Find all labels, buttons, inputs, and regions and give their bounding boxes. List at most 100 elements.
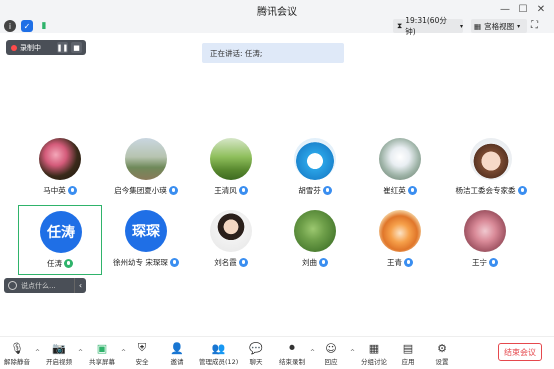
share-screen-button[interactable]: ▣ 共享屏幕 xyxy=(89,341,115,369)
participant-name: 胡雪芬 xyxy=(298,186,321,195)
chevron-down-icon: ▾ xyxy=(517,22,521,30)
fullscreen-icon[interactable]: ⛶ xyxy=(531,20,543,32)
avatar xyxy=(464,210,506,252)
mic-icon xyxy=(319,258,328,267)
mic-muted-icon: 🎙 xyxy=(10,341,24,355)
participant-name: 王清风 xyxy=(214,186,237,195)
window-title: 腾讯会议 xyxy=(257,7,297,18)
mic-icon xyxy=(168,186,178,195)
mic-icon xyxy=(322,186,332,195)
participant-name: 刘名霞 xyxy=(214,258,237,267)
chevron-up-icon[interactable]: ^ xyxy=(350,349,355,356)
shield-icon[interactable]: ✓ xyxy=(21,20,33,32)
avatar xyxy=(39,138,81,180)
chevron-up-icon[interactable]: ^ xyxy=(35,349,40,356)
emoji-icon: ☺ xyxy=(325,341,337,355)
gear-icon: ⚙ xyxy=(437,341,447,355)
participant-tile[interactable]: 启今集团夏小瑛 xyxy=(104,133,188,203)
participant-tile[interactable]: 王宁 xyxy=(443,205,527,275)
recording-indicator: 录制中 ❚❚ ■ xyxy=(6,40,86,55)
breakout-button[interactable]: ▦ 分组讨论 xyxy=(361,341,387,369)
pause-icon[interactable]: ❚❚ xyxy=(57,42,68,53)
apps-icon: ▤ xyxy=(402,341,414,355)
reaction-button[interactable]: ☺ 回应 xyxy=(324,341,338,369)
participant-tile[interactable]: 刘曲 xyxy=(273,205,357,275)
participant-name: 任涛 xyxy=(47,259,62,268)
avatar xyxy=(125,138,167,180)
close-icon[interactable]: ✕ xyxy=(534,2,548,16)
view-switcher[interactable]: ▦ 宫格视图 ▾ xyxy=(471,19,527,33)
participant-tile-active[interactable]: 任涛 任涛 xyxy=(18,205,102,275)
participant-name: 徐州幼专 宋琛琛 xyxy=(113,258,168,267)
mic-icon xyxy=(407,186,417,195)
avatar xyxy=(294,210,336,252)
participant-name: 刘曲 xyxy=(302,258,317,267)
participant-tile[interactable]: 王清风 xyxy=(189,133,273,203)
participant-name: 王宁 xyxy=(472,258,487,267)
video-off-icon: 📷 xyxy=(52,341,66,355)
add-user-icon: 👤 xyxy=(170,341,184,355)
participant-tile[interactable]: 马中英 xyxy=(18,133,102,203)
signal-icon[interactable]: ▮ xyxy=(38,20,50,32)
chevron-left-icon[interactable]: ‹ xyxy=(74,278,86,293)
participant-tile[interactable]: 杨洁工委会专家委 xyxy=(443,133,539,203)
avatar xyxy=(379,138,421,180)
hourglass-icon: ⧗ xyxy=(397,21,403,30)
title-bar: 腾讯会议 — ☐ ✕ xyxy=(0,0,554,20)
avatar xyxy=(210,210,252,252)
participant-tile[interactable]: 胡雪芬 xyxy=(273,133,357,203)
minimize-icon[interactable]: — xyxy=(498,2,512,16)
participant-tile[interactable]: 崔红英 xyxy=(358,133,442,203)
timer-text: 19:31(60分钟) xyxy=(405,16,447,36)
record-stop-icon: ⏺ xyxy=(289,341,295,354)
mic-icon xyxy=(489,258,498,267)
mic-active-icon xyxy=(64,259,73,268)
maximize-icon[interactable]: ☐ xyxy=(516,2,530,16)
grid-icon: ▦ xyxy=(474,21,482,31)
participant-name: 马中英 xyxy=(43,186,66,195)
chevron-up-icon[interactable]: ^ xyxy=(78,349,83,356)
info-icon[interactable]: i xyxy=(4,20,16,32)
stop-icon[interactable]: ■ xyxy=(71,42,82,53)
unmute-button[interactable]: 🎙 解除静音 xyxy=(4,341,30,369)
settings-button[interactable]: ⚙ 设置 xyxy=(435,341,449,369)
chat-input[interactable]: 说点什么... xyxy=(21,281,70,291)
avatar xyxy=(210,138,252,180)
view-label: 宫格视图 xyxy=(484,21,515,31)
chat-button[interactable]: 💬 聊天 xyxy=(249,341,263,369)
apps-button[interactable]: ▤ 应用 xyxy=(401,341,415,369)
emoji-icon[interactable] xyxy=(8,281,17,290)
avatar: 琛琛 xyxy=(125,210,167,252)
share-screen-icon: ▣ xyxy=(96,341,108,355)
meeting-toolbar: i ✓ ▮ ⧗ 19:31(60分钟) ▾ ▦ 宫格视图 ▾ ⛶ xyxy=(0,16,554,36)
mic-icon xyxy=(517,186,527,195)
invite-button[interactable]: 👤 邀请 xyxy=(170,341,184,369)
mic-icon xyxy=(238,258,248,267)
avatar xyxy=(294,138,336,180)
chat-icon: 💬 xyxy=(249,341,263,355)
participant-name: 王青 xyxy=(387,258,402,267)
avatar xyxy=(470,138,512,180)
mic-icon xyxy=(238,186,248,195)
bottom-toolbar: 🎙 解除静音 ^ 📷 开启视频 ^ ▣ 共享屏幕 ^ ⛨ 安全 👤 邀请 👥 管… xyxy=(0,336,554,369)
participant-name: 启今集团夏小瑛 xyxy=(114,186,167,195)
avatar: 任涛 xyxy=(40,211,82,253)
meeting-timer[interactable]: ⧗ 19:31(60分钟) ▾ xyxy=(393,16,463,36)
mic-icon xyxy=(67,186,77,195)
shield-icon: ⛨ xyxy=(137,341,147,354)
manage-members-button[interactable]: 👥 管理成员(12) xyxy=(199,341,238,369)
participant-tile[interactable]: 琛琛 徐州幼专 宋琛琛 xyxy=(104,205,188,275)
mic-icon xyxy=(169,258,179,267)
end-meeting-button[interactable]: 结束会议 xyxy=(498,343,542,361)
avatar xyxy=(379,210,421,252)
end-recording-button[interactable]: ⏺ 结束录制 xyxy=(279,341,305,369)
mic-icon xyxy=(404,258,413,267)
participant-tile[interactable]: 王青 xyxy=(358,205,442,275)
chat-input-bar[interactable]: 说点什么... ‹ xyxy=(4,278,86,293)
security-button[interactable]: ⛨ 安全 xyxy=(135,341,149,369)
chevron-up-icon[interactable]: ^ xyxy=(310,349,315,356)
participant-tile[interactable]: 刘名霞 xyxy=(189,205,273,275)
chevron-up-icon[interactable]: ^ xyxy=(121,349,126,356)
participant-name: 崔红英 xyxy=(383,186,406,195)
start-video-button[interactable]: 📷 开启视频 xyxy=(46,341,72,369)
